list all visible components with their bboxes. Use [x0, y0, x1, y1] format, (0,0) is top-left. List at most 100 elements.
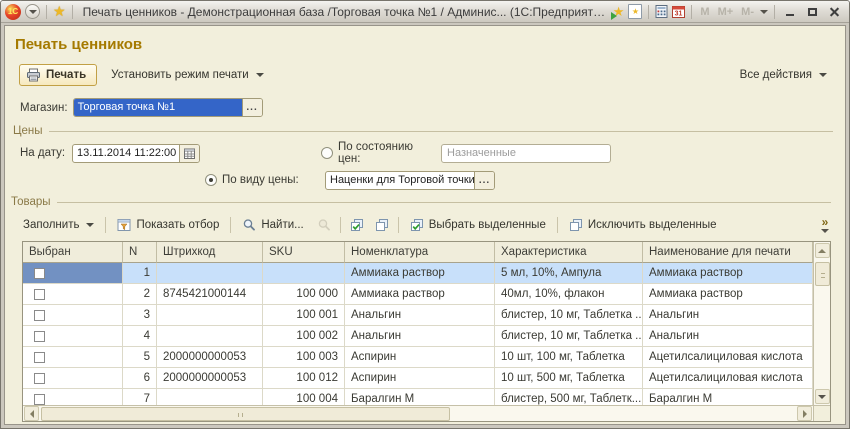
row-checkbox[interactable] [34, 289, 45, 300]
row-checkbox[interactable] [34, 268, 45, 279]
table-cell-sku[interactable]: 100 012 [263, 368, 345, 389]
table-cell-sku[interactable]: 100 002 [263, 326, 345, 347]
horizontal-scroll-thumb[interactable] [41, 407, 450, 421]
by-price-kind-label[interactable]: По виду цены: [222, 174, 320, 186]
horizontal-scrollbar[interactable] [23, 405, 813, 421]
table-cell-name[interactable]: Аспирин [345, 368, 495, 389]
column-header-5[interactable]: Номенклатура [345, 242, 495, 263]
table-cell-barcode[interactable]: 2000000000053 [157, 368, 263, 389]
table-cell-sku[interactable]: 100 004 [263, 389, 345, 405]
by-price-kind-radio[interactable] [205, 174, 217, 186]
table-cell-print[interactable]: Анальгин [643, 326, 813, 347]
titlebar-overflow-button[interactable] [760, 10, 768, 14]
horizontal-scroll-track[interactable] [39, 407, 797, 421]
table-cell-print[interactable]: Баралгин М [643, 389, 813, 405]
table-cell-sku[interactable]: 100 003 [263, 347, 345, 368]
row-checkbox[interactable] [34, 310, 45, 321]
table-cell-name[interactable]: Аммиака раствор [345, 263, 495, 284]
favorites-star-icon[interactable]: ★ [53, 3, 66, 20]
memory-mplus-button[interactable]: M+ [716, 6, 736, 18]
scroll-down-button[interactable] [815, 389, 830, 404]
close-button[interactable] [825, 4, 843, 20]
row-checkbox-cell[interactable] [23, 389, 123, 405]
table-row[interactable]: 4100 002Анальгинблистер, 10 мг, Таблетка… [23, 326, 813, 347]
table-cell-sku[interactable] [263, 263, 345, 284]
table-cell-sku[interactable]: 100 001 [263, 305, 345, 326]
store-picker-button[interactable]: ... [242, 99, 262, 116]
by-price-state-label[interactable]: По состоянию цен: [338, 141, 436, 165]
date-input[interactable]: 13.11.2014 11:22:00 [72, 144, 200, 163]
table-cell-sku[interactable]: 100 000 [263, 284, 345, 305]
table-cell-print[interactable]: Аммиака раствор [643, 263, 813, 284]
print-button[interactable]: Печать [19, 64, 97, 86]
price-kind-picker-button[interactable]: ... [474, 172, 494, 189]
table-cell-name[interactable]: Анальгин [345, 305, 495, 326]
table-cell-print[interactable]: Анальгин [643, 305, 813, 326]
table-row[interactable]: 28745421000144100 000Аммиака раствор40мл… [23, 284, 813, 305]
row-checkbox[interactable] [34, 394, 45, 405]
system-menu-button[interactable] [25, 4, 40, 19]
row-checkbox-cell[interactable] [23, 305, 123, 326]
select-highlighted-button[interactable]: Выбрать выделенные [406, 216, 550, 234]
maximize-button[interactable] [803, 4, 821, 20]
scroll-right-button[interactable] [797, 406, 812, 421]
table-cell-barcode[interactable]: 8745421000144 [157, 284, 263, 305]
scroll-up-button[interactable] [815, 243, 830, 258]
table-cell-print[interactable]: Аммиака раствор [643, 284, 813, 305]
by-price-state-radio[interactable] [321, 147, 333, 159]
table-cell-print[interactable]: Ацетилсалициловая кислота [643, 368, 813, 389]
set-print-mode-button[interactable]: Установить режим печати [107, 67, 268, 83]
column-header-1[interactable]: Выбран [23, 242, 123, 263]
table-row[interactable]: 7 100 004 Баралгин Мблистер, 500 мг, Табле… [23, 389, 813, 405]
minimize-button[interactable] [781, 4, 799, 20]
fill-button[interactable]: Заполнить [19, 217, 98, 233]
column-header-3[interactable]: Штрихкод [157, 242, 263, 263]
table-cell-char[interactable]: блистер, 10 мг, Таблетка ... [495, 326, 643, 347]
uncheck-all-button[interactable] [373, 216, 391, 234]
exclude-highlighted-button[interactable]: Исключить выделенные [565, 216, 721, 234]
row-checkbox-cell[interactable] [23, 368, 123, 389]
date-calendar-button[interactable] [179, 145, 199, 162]
check-all-button[interactable] [348, 216, 366, 234]
column-header-7[interactable]: Наименование для печати [643, 242, 813, 263]
table-row[interactable]: 62000000000053100 012Аспирин10 шт, 500 м… [23, 368, 813, 389]
scroll-left-button[interactable] [24, 406, 39, 421]
table-cell-n[interactable]: 4 [123, 326, 157, 347]
table-cell-n[interactable]: 5 [123, 347, 157, 368]
vertical-scrollbar[interactable] [813, 242, 830, 405]
show-filter-button[interactable]: Показать отбор [113, 216, 223, 234]
table-cell-char[interactable]: блистер, 10 мг, Таблетка ... [495, 305, 643, 326]
all-actions-button[interactable]: Все действия [736, 67, 831, 83]
table-cell-char[interactable]: 10 шт, 500 мг, Таблетка [495, 368, 643, 389]
table-row[interactable]: 3100 001Анальгинблистер, 10 мг, Таблетка… [23, 305, 813, 326]
table-cell-char[interactable]: блистер, 500 мг, Таблетк... [495, 389, 643, 405]
table-cell-char[interactable]: 40мл, 10%, флакон [495, 284, 643, 305]
memory-m-button[interactable]: M [698, 6, 711, 18]
table-cell-n[interactable]: 3 [123, 305, 157, 326]
toolbar-overflow-button[interactable]: » [821, 218, 829, 233]
table-cell-name[interactable]: Аммиака раствор [345, 284, 495, 305]
table-cell-char[interactable]: 5 мл, 10%, Ампула [495, 263, 643, 284]
table-cell-name[interactable]: Анальгин [345, 326, 495, 347]
table-cell-barcode[interactable] [157, 326, 263, 347]
table-cell-barcode[interactable] [157, 263, 263, 284]
table-cell-print[interactable]: Ацетилсалициловая кислота [643, 347, 813, 368]
row-checkbox[interactable] [34, 331, 45, 342]
row-checkbox-cell[interactable] [23, 284, 123, 305]
add-favorite-icon[interactable]: ★ [613, 4, 625, 20]
table-row[interactable]: 52000000000053100 003Аспирин10 шт, 100 м… [23, 347, 813, 368]
table-cell-barcode[interactable] [157, 305, 263, 326]
table-row[interactable]: 1Аммиака раствор5 мл, 10%, АмпулаАммиака… [23, 263, 813, 284]
store-input[interactable]: Торговая точка №1 ... [73, 98, 263, 117]
column-header-2[interactable]: N [123, 242, 157, 263]
calendar-icon[interactable]: 31 [672, 5, 685, 18]
table-cell-barcode[interactable] [157, 389, 263, 405]
vertical-scroll-thumb[interactable] [815, 262, 830, 286]
column-header-4[interactable]: SKU [263, 242, 345, 263]
row-checkbox-cell[interactable] [23, 326, 123, 347]
table-cell-n[interactable]: 2 [123, 284, 157, 305]
table-cell-n[interactable]: 6 [123, 368, 157, 389]
find-button[interactable]: Найти... [238, 216, 307, 234]
table-cell-char[interactable]: 10 шт, 100 мг, Таблетка [495, 347, 643, 368]
table-cell-n[interactable]: 7 [123, 389, 157, 405]
